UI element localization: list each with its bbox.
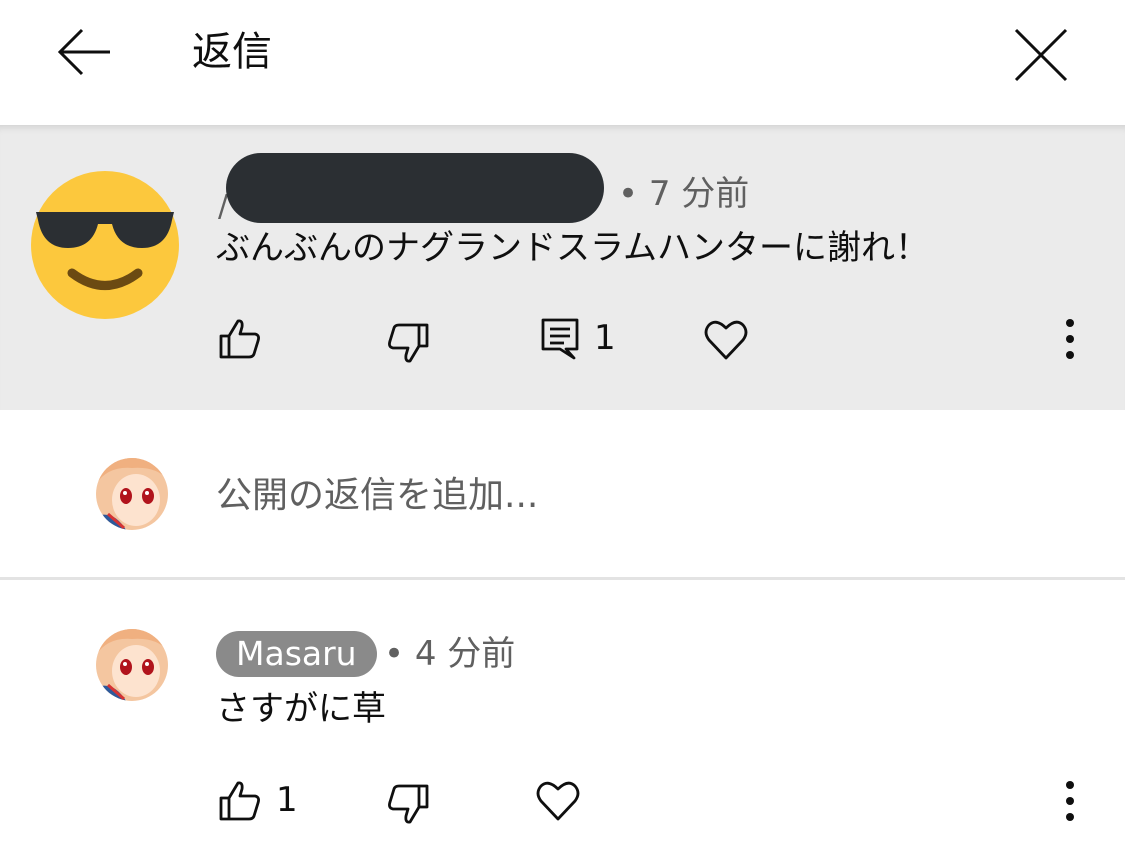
page-title: 返信 — [192, 29, 272, 75]
close-button[interactable] — [1006, 20, 1076, 90]
sunglasses-emoji-icon — [31, 171, 179, 319]
reply-count-button[interactable] — [540, 317, 580, 365]
current-user-avatar — [96, 458, 168, 530]
reply-text: さすがに草 — [216, 689, 386, 729]
close-icon — [1014, 28, 1068, 82]
heart-icon — [536, 781, 580, 821]
more-vertical-icon — [1066, 319, 1074, 359]
reply-author-avatar[interactable] — [96, 629, 168, 701]
thumbs-up-icon — [219, 781, 260, 821]
reply-input[interactable] — [216, 470, 816, 520]
avatar[interactable] — [30, 170, 180, 320]
parent-comment: / • 7 分前 ぶんぶんのナグランドスラムハンターに謝れ！ 1 — [0, 125, 1125, 410]
comment-time: • 7 分前 — [618, 174, 750, 214]
anime-avatar-icon — [96, 629, 168, 701]
anime-avatar-icon — [96, 458, 168, 530]
more-vertical-icon — [1066, 781, 1074, 821]
more-options-button[interactable] — [1062, 319, 1078, 363]
reply-more-options-button[interactable] — [1062, 781, 1078, 825]
dislike-button[interactable] — [386, 321, 430, 369]
redacted-author-name — [226, 153, 604, 223]
arrow-left-icon — [57, 28, 110, 76]
app-header: 返信 — [0, 0, 1125, 125]
comment-icon — [541, 318, 579, 360]
reply-count: 1 — [594, 318, 616, 358]
heart-button[interactable] — [704, 318, 748, 364]
thumbs-down-icon — [388, 784, 429, 824]
divider — [0, 577, 1125, 580]
thumbs-up-icon — [219, 319, 260, 359]
like-button[interactable] — [218, 317, 262, 365]
reply-like-button[interactable] — [218, 779, 262, 827]
reply-like-count: 1 — [276, 780, 298, 820]
heart-icon — [704, 320, 748, 360]
comment-text: ぶんぶんのナグランドスラムハンターに謝れ！ — [216, 228, 929, 268]
reply-time: • 4 分前 — [384, 634, 516, 674]
reply-dislike-button[interactable] — [386, 782, 430, 830]
reply-author-name[interactable]: Masaru — [216, 631, 377, 677]
reply-heart-button[interactable] — [536, 779, 580, 825]
back-button[interactable] — [52, 22, 116, 82]
thumbs-down-icon — [388, 323, 429, 363]
